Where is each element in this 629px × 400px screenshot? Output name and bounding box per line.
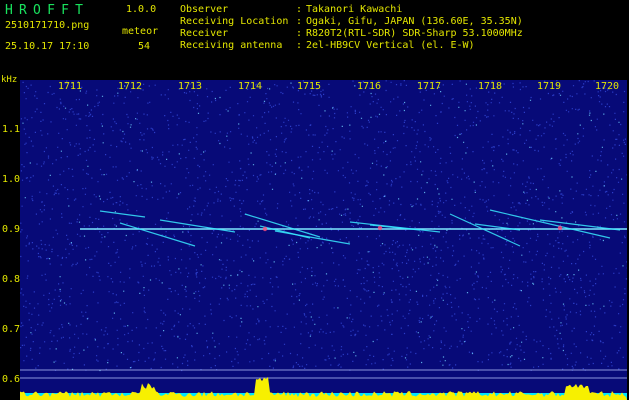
observer-colon: : (296, 4, 303, 15)
location-label: Receiving Location (180, 16, 289, 27)
freq-tick-0-9: 0.9 (2, 224, 21, 235)
spectrogram-canvas (20, 80, 627, 400)
antenna-label: Receiving antenna (180, 40, 283, 51)
freq-tick-1-0: 1.0 (2, 174, 21, 185)
meteor-echo (274, 230, 351, 245)
antenna-value: 2el-HB9CV Vertical (el. E-W) (306, 40, 475, 51)
location-value: Ogaki, Gifu, JAPAN (136.60E, 35.35N) (306, 16, 523, 27)
meteor-echo (449, 213, 521, 247)
spectrogram-plot (20, 80, 627, 400)
time-tick-1719: 1719 (536, 81, 562, 92)
echo-hotspot (377, 225, 383, 231)
observer-label: Observer (180, 4, 229, 15)
file-name: 2510171710.png (5, 20, 90, 31)
app-version: 1.0.0 (126, 4, 157, 15)
app-title: HROFFT (5, 3, 90, 18)
noise-speckle-bright (22, 82, 624, 372)
time-tick-1714: 1714 (237, 81, 263, 92)
antenna-colon: : (296, 40, 303, 51)
timestamp: 25.10.17 17:10 (5, 41, 90, 52)
freq-tick-0-6: 0.6 (2, 374, 21, 385)
receiver-label: Receiver (180, 28, 229, 39)
meteor-echo (99, 210, 146, 218)
time-tick-1712: 1712 (117, 81, 143, 92)
meteor-label: meteor (122, 26, 159, 37)
meteor-echo (489, 209, 611, 239)
time-tick-1713: 1713 (177, 81, 203, 92)
receiver-colon: : (296, 28, 303, 39)
time-tick-1715: 1715 (296, 81, 322, 92)
time-tick-1717: 1717 (416, 81, 442, 92)
freq-tick-0-8: 0.8 (2, 274, 21, 285)
meteor-echo (244, 213, 321, 238)
frequency-unit-label: kHz (1, 75, 18, 85)
observer-value: Takanori Kawachi (306, 4, 403, 15)
meteor-count: 54 (138, 41, 151, 52)
freq-tick-0-7: 0.7 (2, 324, 21, 335)
time-tick-1711: 1711 (57, 81, 83, 92)
time-tick-1720: 1720 (594, 81, 620, 92)
echo-hotspot (557, 225, 563, 231)
noise-speckle (20, 80, 627, 372)
hrofft-window: HROFFT 1.0.0 2510171710.png meteor 25.10… (0, 0, 629, 400)
time-tick-1716: 1716 (356, 81, 382, 92)
freq-tick-1-1: 1.1 (2, 124, 21, 135)
location-colon: : (296, 16, 303, 27)
echo-hotspot (262, 226, 268, 232)
meteor-echo (159, 219, 236, 233)
time-tick-1718: 1718 (477, 81, 503, 92)
activity-histogram (20, 377, 627, 400)
receiver-value: R820T2(RTL-SDR) SDR-Sharp 53.1000MHz (306, 28, 523, 39)
